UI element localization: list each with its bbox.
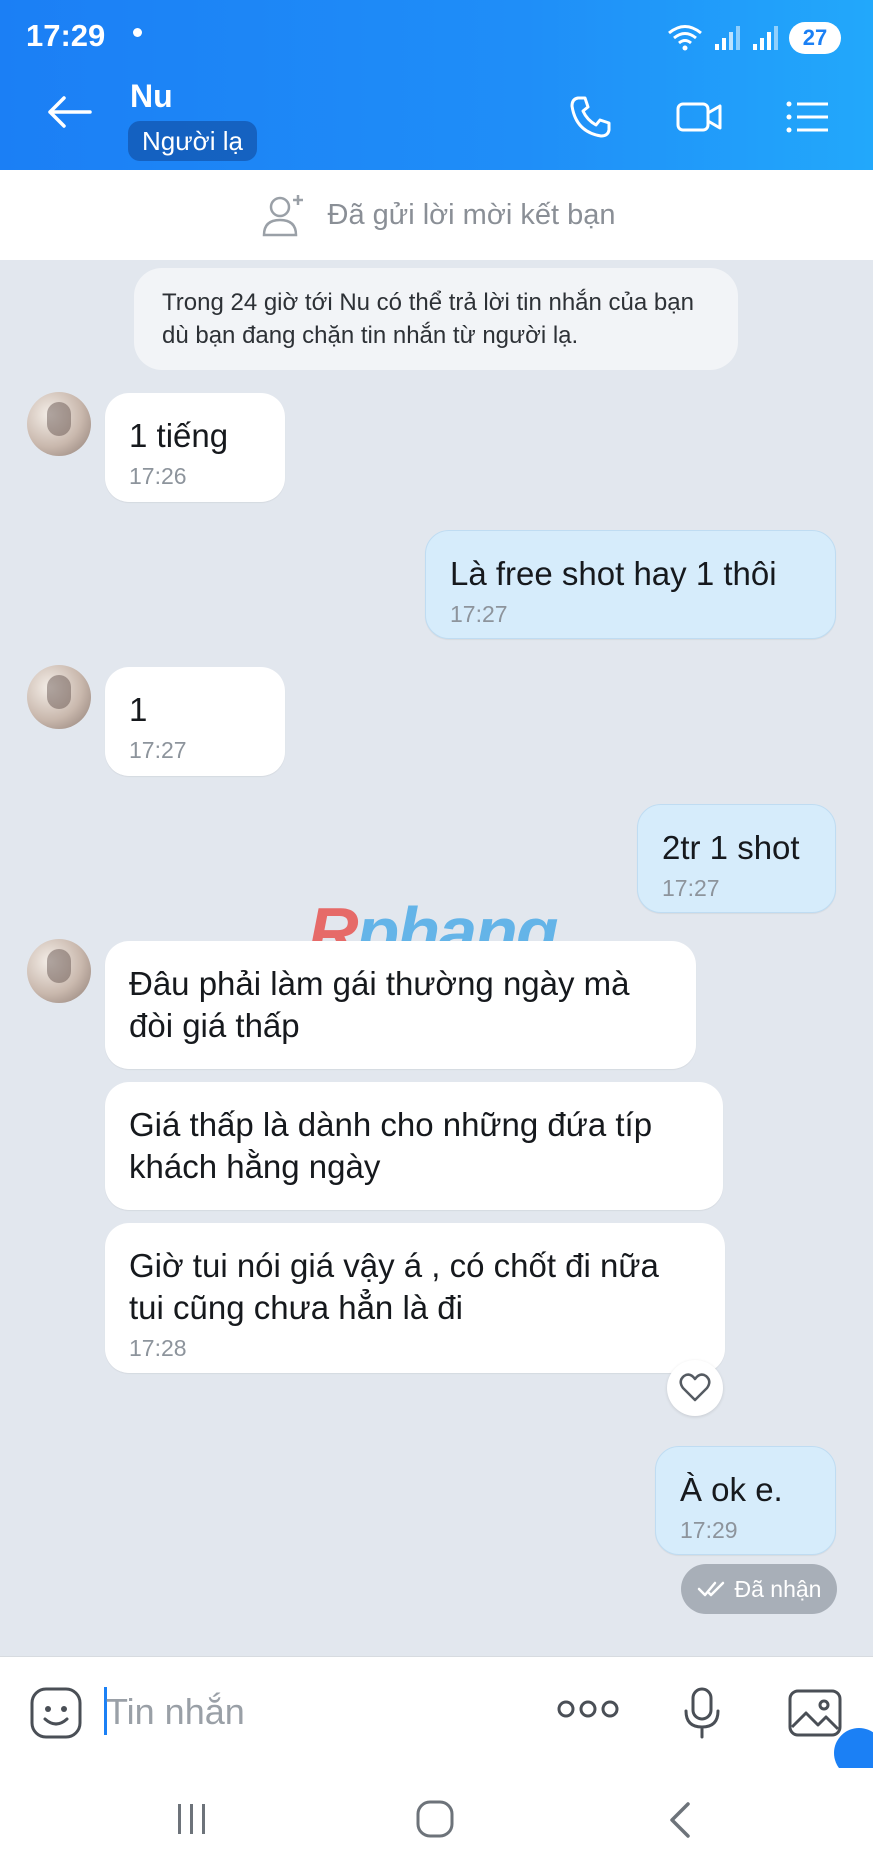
message-bubble-outgoing[interactable]: À ok e. 17:29 xyxy=(655,1446,836,1555)
microphone-icon[interactable] xyxy=(680,1685,724,1741)
message-bubble-incoming[interactable]: 1 tiếng 17:26 xyxy=(105,393,285,502)
recent-apps-icon[interactable] xyxy=(172,1798,212,1838)
video-call-icon[interactable] xyxy=(674,92,724,142)
message-bubble-outgoing[interactable]: Là free shot hay 1 thôi 17:27 xyxy=(425,530,836,639)
add-friend-icon xyxy=(262,195,303,237)
message-time: 17:27 xyxy=(129,737,187,763)
signal-icon-1 xyxy=(715,26,740,50)
stranger-notice: Trong 24 giờ tới Nu có thể trả lời tin n… xyxy=(134,268,738,370)
system-nav-bar xyxy=(0,1768,873,1874)
image-gallery-icon[interactable] xyxy=(786,1685,844,1741)
react-heart-button[interactable] xyxy=(667,1360,723,1416)
avatar[interactable] xyxy=(27,939,91,1003)
message-text: 1 tiếng xyxy=(129,417,229,454)
message-text: Giá thấp là dành cho những đứa típ khách… xyxy=(129,1106,653,1185)
message-text: 1 xyxy=(129,691,148,728)
stranger-badge: Người lạ xyxy=(128,121,257,161)
notification-dot xyxy=(133,28,142,37)
battery-indicator: 27 xyxy=(789,22,841,54)
message-time: 17:28 xyxy=(129,1335,187,1361)
double-check-icon xyxy=(697,1581,724,1597)
phone-icon[interactable] xyxy=(566,92,616,142)
message-text: Đâu phải làm gái thường ngày mà đòi giá … xyxy=(129,965,630,1044)
friend-request-label: Đã gửi lời mời kết bạn xyxy=(327,198,616,231)
message-text: À ok e. xyxy=(680,1471,783,1508)
more-options-icon[interactable] xyxy=(556,1695,620,1723)
delivery-status-badge: Đã nhận xyxy=(681,1564,837,1614)
avatar[interactable] xyxy=(27,392,91,456)
delivery-status-text: Đã nhận xyxy=(734,1575,822,1602)
home-icon[interactable] xyxy=(414,1798,458,1842)
message-text: Là free shot hay 1 thôi xyxy=(450,555,777,592)
message-bubble-incoming[interactable]: 1 17:27 xyxy=(105,667,285,776)
status-time: 17:29 xyxy=(26,18,106,53)
message-time: 17:26 xyxy=(129,463,187,489)
message-bubble-outgoing[interactable]: 2tr 1 shot 17:27 xyxy=(637,804,836,913)
chat-header: 17:29 27 Nu Người lạ xyxy=(0,0,873,170)
menu-list-icon[interactable] xyxy=(782,92,832,142)
avatar[interactable] xyxy=(27,665,91,729)
heart-icon xyxy=(679,1373,711,1402)
status-icons: 27 xyxy=(667,22,841,54)
message-bubble-incoming[interactable]: Đâu phải làm gái thường ngày mà đòi giá … xyxy=(105,941,696,1069)
message-bubble-incoming[interactable]: Giá thấp là dành cho những đứa típ khách… xyxy=(105,1082,723,1210)
message-bubble-incoming[interactable]: Giờ tui nói giá vậy á , có chốt đi nữa t… xyxy=(105,1223,725,1373)
message-time: 17:27 xyxy=(662,875,720,901)
wifi-icon xyxy=(668,25,702,51)
back-arrow-icon[interactable] xyxy=(44,92,94,132)
contact-name[interactable]: Nu xyxy=(130,78,173,115)
message-time: 17:29 xyxy=(680,1517,738,1543)
message-input-bar: Tin nhắn xyxy=(0,1656,873,1768)
back-nav-icon[interactable] xyxy=(664,1798,696,1842)
friend-request-bar[interactable]: Đã gửi lời mời kết bạn xyxy=(0,170,873,260)
message-text: Giờ tui nói giá vậy á , có chốt đi nữa t… xyxy=(129,1247,659,1326)
signal-icon-2 xyxy=(753,26,778,50)
message-input[interactable]: Tin nhắn xyxy=(106,1691,245,1733)
sticker-emoji-icon[interactable] xyxy=(28,1685,84,1741)
message-time: 17:27 xyxy=(450,601,508,627)
message-text: 2tr 1 shot xyxy=(662,829,800,866)
